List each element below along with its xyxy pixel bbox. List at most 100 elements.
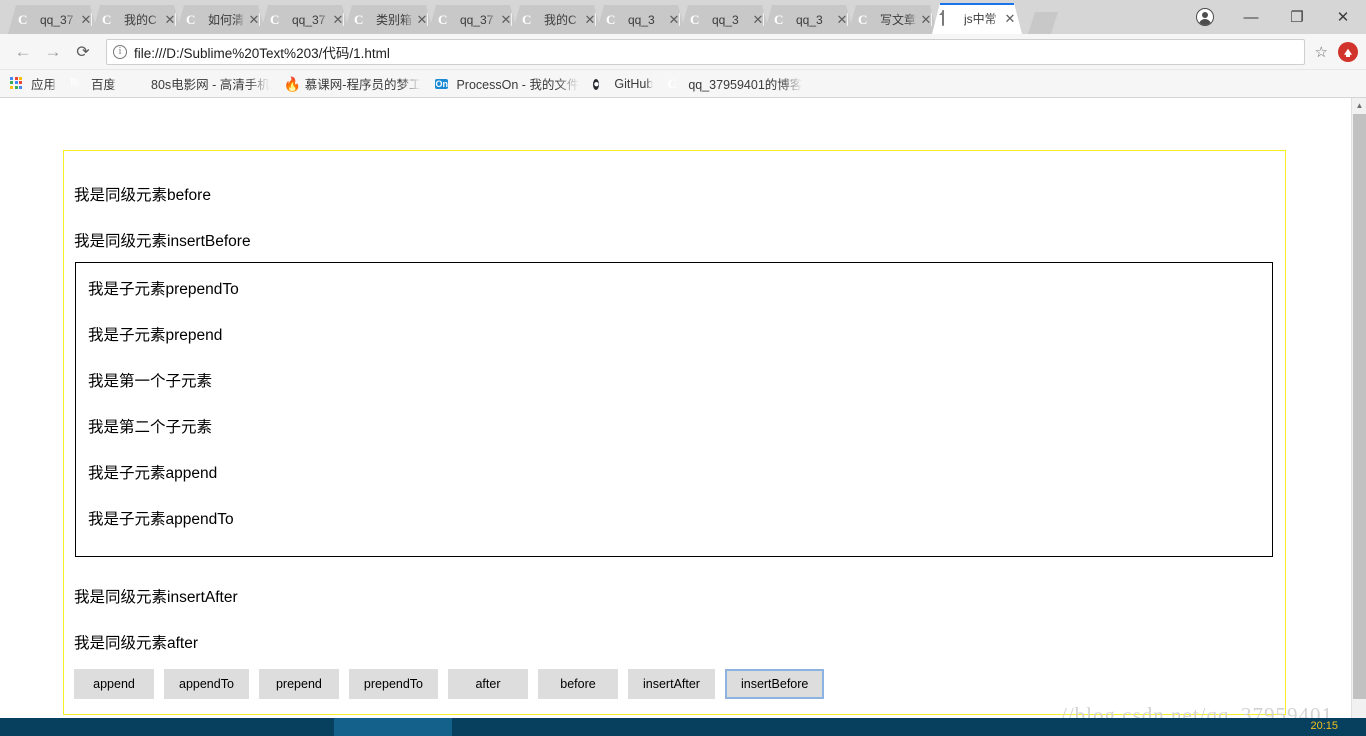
vertical-scrollbar[interactable]: ▲ ▼ bbox=[1351, 98, 1366, 736]
browser-tab-7[interactable]: qq_3 ✕ bbox=[596, 5, 686, 34]
button-insertafter[interactable]: insertAfter bbox=[628, 669, 715, 699]
tab-separator bbox=[931, 13, 932, 26]
tab-title: 写文章 bbox=[880, 13, 917, 27]
taskbar-active-item[interactable] bbox=[334, 718, 452, 736]
bookmarks-bar: 应用 百度 80s电影网 - 高清手机 🔥 慕课网-程序员的梦工 On ProcessOn … bbox=[0, 70, 1366, 98]
browser-tab-3[interactable]: qq_37 ✕ bbox=[260, 5, 350, 34]
child-element-5: 我是子元素appendTo bbox=[88, 511, 234, 528]
tab-separator bbox=[679, 13, 680, 26]
sibling-after-1: 我是同级元素insertAfter bbox=[74, 589, 238, 606]
child-element-1: 我是子元素prepend bbox=[88, 327, 223, 344]
github-octocat-icon: ● bbox=[593, 78, 600, 90]
bookmark-label: 80s电影网 - 高清手机 bbox=[151, 78, 270, 92]
bookmark-item-5[interactable]: ● GitHub bbox=[593, 76, 653, 92]
tab-title: qq_37 bbox=[460, 12, 494, 27]
page-content: 我是同级元素before 我是同级元素insertBefore 我是子元素pre… bbox=[0, 98, 1351, 736]
browser-tab-2[interactable]: 如何清 ✕ bbox=[176, 5, 266, 34]
flame-icon: 🔥 bbox=[283, 75, 302, 92]
button-append[interactable]: append bbox=[74, 669, 154, 699]
child-element-3: 我是第二个子元素 bbox=[88, 419, 213, 436]
close-icon: ✕ bbox=[1336, 9, 1350, 26]
apps-grid-icon-icon bbox=[10, 76, 26, 92]
child-element-0: 我是子元素prependTo bbox=[88, 281, 239, 298]
button-after[interactable]: after bbox=[448, 669, 528, 699]
sibling-before-2: 我是同级元素insertBefore bbox=[74, 233, 251, 250]
maximize-button[interactable]: ❐ bbox=[1274, 0, 1320, 34]
browser-tab-5[interactable]: qq_37 ✕ bbox=[428, 5, 518, 34]
tab-separator bbox=[343, 13, 344, 26]
button-prependto[interactable]: prependTo bbox=[348, 669, 438, 699]
reload-button[interactable]: ⟳ bbox=[68, 38, 98, 66]
profile-button[interactable] bbox=[1182, 0, 1228, 34]
browser-tab-11[interactable]: js中常 ✕ bbox=[932, 3, 1022, 34]
new-tab-button[interactable] bbox=[1028, 12, 1058, 34]
bookmark-item-3[interactable]: 🔥 慕课网-程序员的梦工 bbox=[284, 74, 422, 93]
bookmark-label: qq_37959401的博客 bbox=[688, 78, 803, 92]
tab-title: 类别箱 bbox=[376, 13, 413, 27]
bookmark-star-icon[interactable]: ☆ bbox=[1309, 43, 1334, 61]
browser-tab-4[interactable]: 类别箱 ✕ bbox=[344, 5, 434, 34]
scroll-up-arrow-icon[interactable]: ▲ bbox=[1352, 98, 1366, 113]
csdn-favicon-icon bbox=[270, 12, 286, 28]
minimize-button[interactable]: — bbox=[1228, 0, 1274, 34]
browser-tab-0[interactable]: qq_37 ✕ bbox=[8, 5, 98, 34]
bookmark-label: 百度 bbox=[91, 78, 117, 92]
tab-separator bbox=[511, 13, 512, 26]
taskbar-clock: 20:15 bbox=[1310, 720, 1338, 732]
button-insertbefore[interactable]: insertBefore bbox=[724, 669, 825, 699]
button-prepend[interactable]: prepend bbox=[258, 669, 339, 699]
browser-tab-8[interactable]: qq_3 ✕ bbox=[680, 5, 770, 34]
window-controls: — ❐ ✕ bbox=[1182, 0, 1366, 34]
processon-icon: On bbox=[435, 78, 448, 89]
info-circle-icon[interactable]: i bbox=[113, 44, 127, 59]
button-appendto[interactable]: appendTo bbox=[164, 669, 249, 699]
tab-title: qq_3 bbox=[712, 12, 739, 27]
action-button-row: append appendTo prepend prependTo after befor… bbox=[74, 669, 825, 699]
browser-tab-6[interactable]: 我的C ✕ bbox=[512, 5, 602, 34]
browser-tab-10[interactable]: 写文章 ✕ bbox=[848, 5, 938, 34]
tab-title: qq_37 bbox=[40, 12, 74, 27]
reload-icon: ⟳ bbox=[76, 43, 90, 61]
bookmark-item-4[interactable]: On ProcessOn - 我的文件 bbox=[435, 74, 579, 93]
button-before[interactable]: before bbox=[538, 669, 618, 699]
tab-separator bbox=[763, 13, 764, 26]
csdn-favicon-icon bbox=[774, 12, 790, 28]
tab-separator bbox=[595, 13, 596, 26]
csdn-favicon-icon bbox=[354, 12, 370, 28]
tab-title: js中常 bbox=[964, 12, 997, 26]
forward-button[interactable]: → bbox=[38, 38, 68, 66]
red-upload-extension-icon[interactable] bbox=[1338, 41, 1358, 62]
csdn-favicon-icon bbox=[606, 12, 622, 28]
bookmark-item-0[interactable]: 应用 bbox=[10, 74, 56, 93]
tab-separator bbox=[259, 13, 260, 26]
bookmark-item-2[interactable]: 80s电影网 - 高清手机 bbox=[130, 74, 270, 93]
tab-title: 我的C bbox=[544, 13, 577, 27]
account-avatar-icon bbox=[1196, 8, 1214, 26]
document-favicon-icon bbox=[942, 11, 958, 27]
csdn-favicon-icon bbox=[522, 12, 538, 28]
github-icon-icon: ● bbox=[593, 76, 609, 92]
child-element-4: 我是子元素append bbox=[88, 465, 218, 482]
browser-tab-9[interactable]: qq_3 ✕ bbox=[764, 5, 854, 34]
address-bar[interactable]: i file:///D:/Sublime%20Text%203/代码/1.htm… bbox=[106, 38, 1305, 65]
processon-icon-icon: On bbox=[435, 76, 451, 92]
apps-grid-dots bbox=[10, 76, 24, 91]
inner-container: 我是子元素prependTo 我是子元素prepend 我是第一个子元素 我是第二个子… bbox=[75, 262, 1273, 557]
tab-title: qq_3 bbox=[628, 12, 655, 27]
document-icon bbox=[942, 10, 944, 26]
csdn-favicon-icon bbox=[18, 12, 34, 28]
scrollbar-thumb[interactable] bbox=[1353, 114, 1366, 699]
browser-window: qq_37 ✕ 我的C ✕ 如何清 ✕ qq_37 ✕ 类别箱 ✕ qq_37 ✕ 我的C ✕ qq_3 ✕ q… bbox=[0, 0, 1366, 736]
bookmark-item-6[interactable]: qq_37959401的博客 bbox=[667, 74, 802, 93]
bookmark-item-1[interactable]: 百度 bbox=[70, 74, 116, 93]
tab-separator bbox=[427, 13, 428, 26]
close-button[interactable]: ✕ bbox=[1320, 0, 1366, 34]
forward-arrow-icon: → bbox=[44, 41, 62, 61]
outer-container: 我是同级元素before 我是同级元素insertBefore 我是子元素pre… bbox=[63, 150, 1286, 715]
url-text: file:///D:/Sublime%20Text%203/代码/1.html bbox=[134, 45, 390, 61]
browser-tab-1[interactable]: 我的C ✕ bbox=[92, 5, 182, 34]
back-button[interactable]: ← bbox=[8, 38, 38, 66]
baidu-icon-icon bbox=[70, 76, 86, 92]
tab-close-icon[interactable]: ✕ bbox=[1002, 11, 1018, 27]
bookmark-label: GitHub bbox=[614, 76, 654, 91]
